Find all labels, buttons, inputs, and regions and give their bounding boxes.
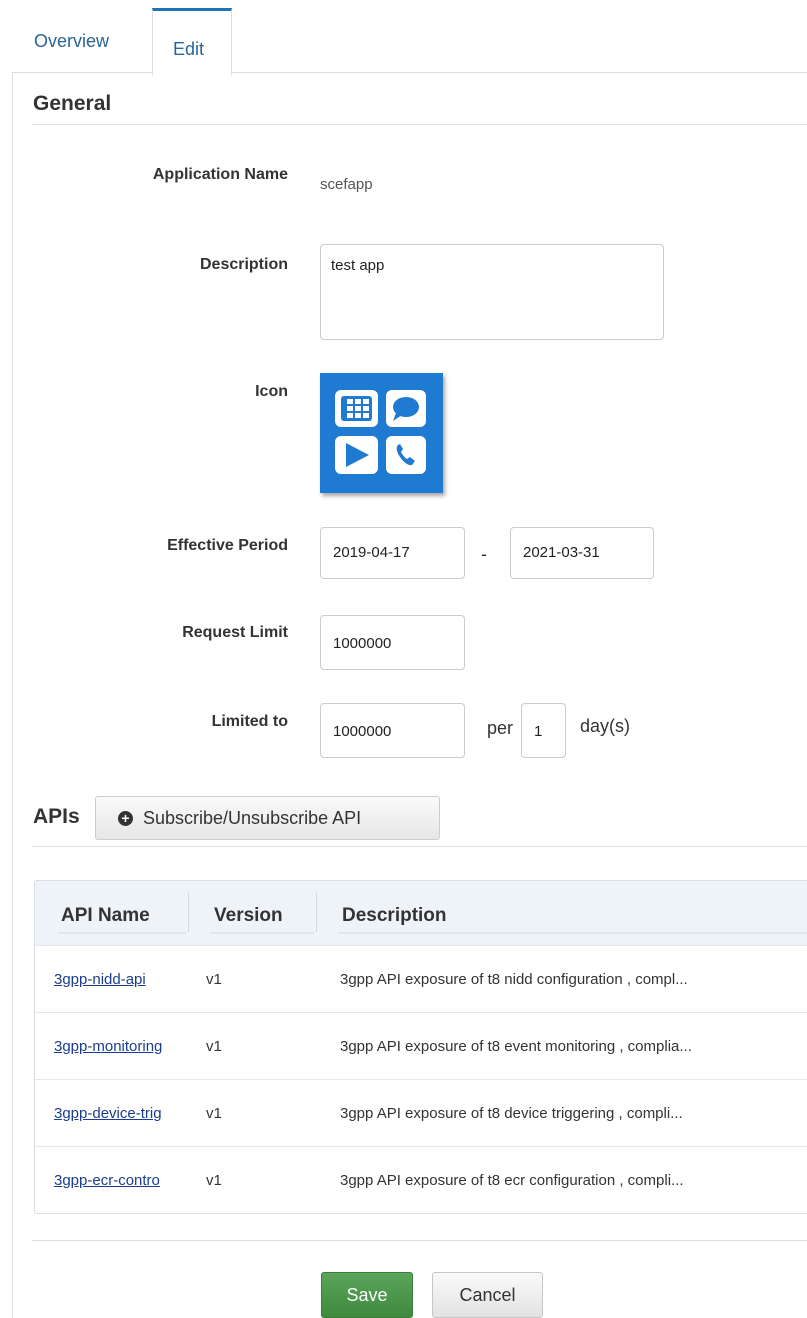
per-period-input[interactable]: 1 [521,703,566,758]
column-underline [338,932,807,934]
api-description: 3gpp API exposure of t8 device triggerin… [340,1105,683,1122]
apis-section-title: APIs [33,805,80,828]
api-description: 3gpp API exposure of t8 ecr configuratio… [340,1172,684,1189]
subscribe-api-button-label: Subscribe/Unsubscribe API [143,807,362,828]
tab-edit[interactable]: Edit [152,8,232,76]
table-row: 3gpp-ecr-contro v1 3gpp API exposure of … [35,1146,807,1214]
table-row: 3gpp-nidd-api v1 3gpp API exposure of t8… [35,945,807,1013]
request-limit-input[interactable]: 1000000 [320,615,465,670]
column-underline [58,932,186,934]
table-row: 3gpp-monitoring v1 3gpp API exposure of … [35,1012,807,1080]
description-label: Description [199,256,288,273]
footer-divider [32,1240,807,1241]
period-unit-label: day(s) [580,716,631,736]
api-description: 3gpp API exposure of t8 event monitoring… [340,1038,692,1055]
column-separator [188,892,189,932]
application-name-label: Application Name [152,166,288,183]
api-version: v1 [206,1172,222,1189]
limited-to-label: Limited to [211,713,288,730]
api-name-link[interactable]: 3gpp-monitoring [54,1038,185,1055]
api-version: v1 [206,1038,222,1055]
icon-label: Icon [255,383,288,400]
save-button[interactable]: Save [321,1272,413,1318]
cancel-button[interactable]: Cancel [432,1272,543,1318]
plus-circle-icon: + [118,810,133,826]
api-version: v1 [206,1105,222,1122]
column-header-version[interactable]: Version [214,905,283,927]
effective-start-date-input[interactable]: 2019-04-17 [320,527,465,579]
tab-bar-divider [12,72,807,73]
request-limit-label: Request Limit [182,624,288,641]
limited-to-input[interactable]: 1000000 [320,703,465,758]
api-name-link[interactable]: 3gpp-nidd-api [54,971,185,988]
apis-divider [32,846,807,847]
tab-bar: Overview Edit [0,0,807,76]
effective-period-label: Effective Period [167,537,288,554]
app-icon-graphic [335,390,426,474]
column-separator [316,892,317,932]
general-section-title: General [33,92,112,115]
api-description: 3gpp API exposure of t8 nidd configurati… [340,971,688,988]
column-underline [210,932,314,934]
api-name-link[interactable]: 3gpp-device-trig [54,1105,185,1122]
table-row: 3gpp-device-trig v1 3gpp API exposure of… [35,1079,807,1147]
effective-end-date-input[interactable]: 2021-03-31 [510,527,654,579]
application-name-value: scefapp [320,176,373,193]
subscribe-api-button[interactable]: + Subscribe/Unsubscribe API [95,796,440,840]
date-range-separator: - [481,544,487,564]
per-label: per [487,718,514,738]
description-textarea[interactable]: test app [320,244,664,340]
api-version: v1 [206,971,222,988]
column-header-api-name[interactable]: API Name [61,905,150,927]
column-header-description[interactable]: Description [342,905,447,927]
general-divider [32,124,807,125]
api-name-link[interactable]: 3gpp-ecr-contro [54,1172,185,1189]
app-grid-icon[interactable] [320,373,443,493]
tab-overview[interactable]: Overview [14,10,129,72]
